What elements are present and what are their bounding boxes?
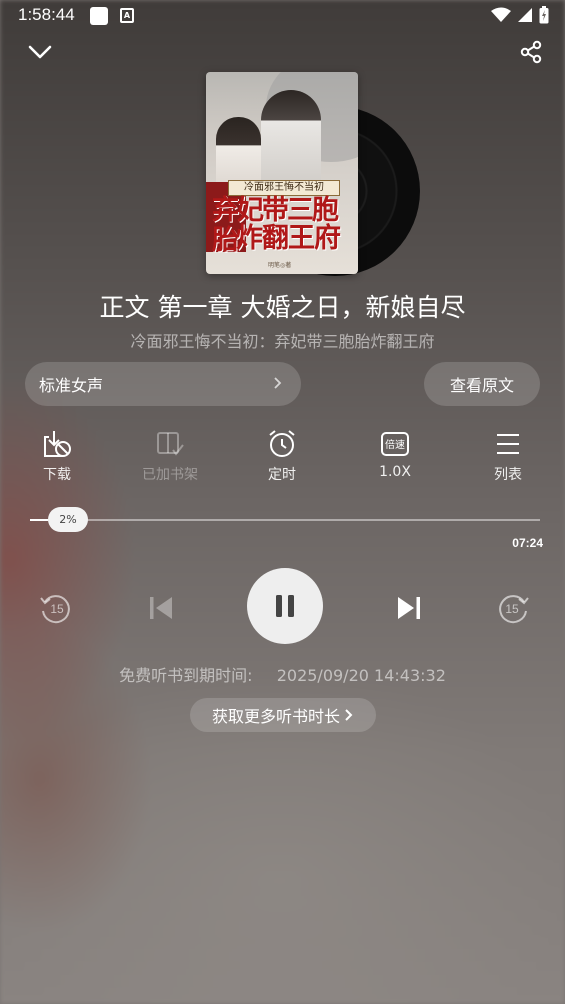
progress-knob[interactable]: 2%	[48, 507, 88, 532]
download-icon	[44, 431, 71, 457]
app-notification-icon: A	[120, 8, 134, 23]
cover-ribbon-text: 冷面邪王悔不当初	[228, 180, 340, 196]
download-button[interactable]: 下载	[17, 428, 97, 484]
book-cover: 冷面邪王悔不当初 弃妃带三胞胎 炸翻王府 明笔◎著	[206, 72, 358, 274]
bookshelf-label: 已加书架	[142, 467, 198, 483]
wifi-icon	[491, 7, 511, 22]
svg-text:倍速: 倍速	[385, 438, 405, 451]
bookshelf-icon	[157, 432, 184, 456]
skip-next-icon	[398, 597, 420, 619]
collapse-button[interactable]	[24, 36, 56, 68]
previous-button[interactable]	[142, 590, 178, 626]
share-button[interactable]	[517, 38, 545, 66]
pause-icon	[276, 595, 294, 617]
speed-icon: 倍速	[381, 432, 409, 456]
forward-15-button[interactable]: 15	[493, 588, 533, 628]
view-original-label: 查看原文	[449, 376, 514, 395]
expire-info: 免费听书到期时间: 2025/09/20 14:43:32	[0, 662, 565, 686]
share-icon	[520, 40, 542, 64]
book-title: 冷面邪王悔不当初：弃妃带三胞胎炸翻王府	[130, 332, 435, 351]
list-button[interactable]: 列表	[468, 428, 548, 484]
get-more-time-button[interactable]: 获取更多听书时长	[190, 698, 376, 732]
chevron-down-icon	[28, 45, 52, 59]
cover-author: 明笔◎著	[268, 262, 292, 269]
expire-label: 免费听书到期时间:	[119, 666, 253, 685]
expire-time: 2025/09/20 14:43:32	[276, 666, 446, 685]
speed-label: 1.0X	[379, 464, 411, 480]
timer-label: 定时	[268, 467, 296, 483]
status-time: 1:58:44	[18, 5, 75, 24]
signal-icon	[518, 8, 532, 22]
download-label: 下载	[43, 467, 71, 483]
chevron-right-icon	[345, 709, 353, 721]
rewind-15-button[interactable]: 15	[36, 588, 76, 628]
duration-label: 07:24	[512, 536, 543, 550]
book-cover-area: 冷面邪王悔不当初 弃妃带三胞胎 炸翻王府 明笔◎著	[206, 72, 420, 276]
status-bar: 1:58:44 A	[0, 0, 565, 32]
progress-bar[interactable]: 2%	[30, 507, 540, 532]
skip-previous-icon	[150, 597, 172, 619]
alarm-clock-icon	[269, 430, 295, 457]
chevron-right-icon	[274, 377, 282, 389]
list-icon	[497, 434, 519, 454]
view-original-button[interactable]: 查看原文	[424, 362, 540, 406]
bookshelf-button[interactable]: 已加书架	[130, 428, 210, 484]
svg-text:15: 15	[50, 602, 64, 616]
svg-text:15: 15	[505, 602, 519, 616]
timer-button[interactable]: 定时	[242, 428, 322, 484]
rewind-15-icon: 15	[40, 595, 70, 624]
voice-label: 标准女声	[39, 376, 104, 395]
battery-icon	[539, 6, 549, 24]
next-button[interactable]	[392, 590, 428, 626]
voice-selector[interactable]: 标准女声	[25, 362, 301, 406]
playback-controls: 15 15	[0, 568, 565, 644]
notification-icon	[90, 7, 108, 25]
progress-fill	[30, 519, 48, 521]
cover-title-line2: 炸翻王府	[236, 223, 341, 254]
pause-button[interactable]	[247, 568, 323, 644]
get-more-time-label: 获取更多听书时长	[211, 707, 340, 726]
player-toolbar: 下载 已加书架 定时 倍速 1.0X 列表	[0, 428, 565, 488]
forward-15-icon: 15	[499, 595, 529, 624]
list-label: 列表	[494, 467, 522, 483]
chapter-title: 正文 第一章 大婚之日，新娘自尽	[99, 293, 466, 322]
speed-button[interactable]: 倍速 1.0X	[355, 428, 435, 480]
